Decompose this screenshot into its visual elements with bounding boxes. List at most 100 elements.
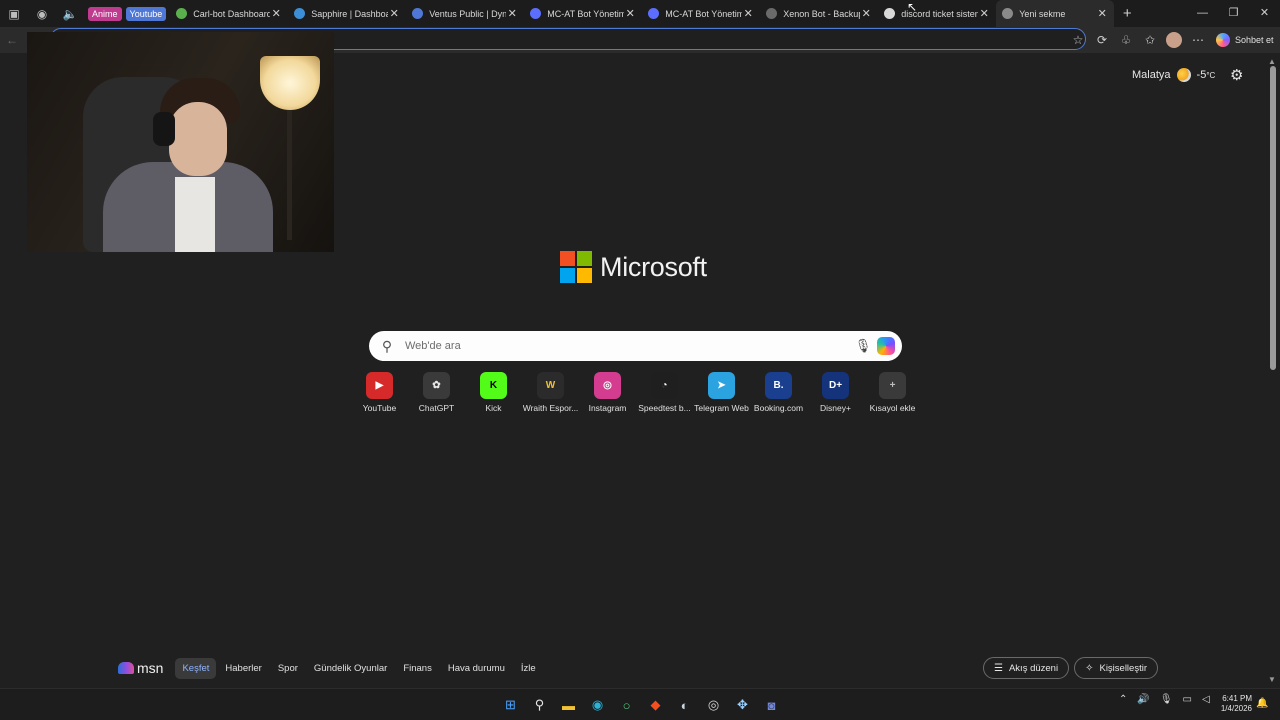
tab-group-anime[interactable]: Anime bbox=[88, 6, 122, 21]
close-window-button[interactable]: ✕ bbox=[1249, 0, 1280, 27]
browser-tab[interactable]: Yeni sekme ✕ bbox=[996, 0, 1115, 27]
clock-time: 6:41 PM bbox=[1222, 694, 1252, 703]
microphone-icon[interactable]: 🎙 bbox=[849, 338, 877, 354]
msn-nav-item[interactable]: Gündelik Oyunlar bbox=[307, 658, 394, 679]
app-icon[interactable]: ✥ bbox=[728, 693, 757, 717]
browser-tab[interactable]: MC-AT Bot Yönetim Pa✕ bbox=[642, 0, 760, 27]
msn-nav-item[interactable]: Keşfet bbox=[175, 657, 217, 679]
favorites-icon[interactable]: ✩ bbox=[1138, 33, 1162, 47]
copilot-search-icon[interactable] bbox=[877, 337, 895, 355]
edge-icon[interactable]: ◉ bbox=[583, 693, 612, 717]
quick-link-label: Speedtest b... bbox=[638, 403, 691, 413]
tab-title: Yeni sekme bbox=[1019, 8, 1066, 19]
tray-overflow-icon[interactable]: ⌃ bbox=[1119, 694, 1127, 705]
partly-sunny-icon bbox=[1176, 68, 1191, 82]
weather-widget[interactable]: Malatya -5 °C bbox=[1132, 68, 1215, 82]
browser-essentials-icon[interactable]: ♧ bbox=[1114, 33, 1138, 47]
msn-logo[interactable]: msn bbox=[118, 660, 163, 676]
msn-nav-item[interactable]: İzle bbox=[514, 658, 543, 679]
browser-tab[interactable]: Carl-bot Dashboard ✕ bbox=[170, 0, 288, 27]
back-icon[interactable]: ← bbox=[6, 33, 18, 47]
quick-link-label: Instagram bbox=[588, 403, 627, 413]
quick-link[interactable]: ▶ YouTube bbox=[351, 372, 408, 413]
system-clock[interactable]: 6:41 PM 1/4/2026 bbox=[1212, 694, 1252, 714]
msn-nav-item[interactable]: Finans bbox=[396, 658, 439, 679]
clock-date: 1/4/2026 bbox=[1220, 704, 1252, 713]
close-tab-icon[interactable]: ✕ bbox=[270, 7, 282, 20]
network-icon[interactable]: ▭ bbox=[1183, 694, 1192, 705]
quick-link[interactable]: D+ Disney+ bbox=[807, 372, 864, 413]
close-tab-icon[interactable]: ✕ bbox=[624, 7, 636, 20]
close-tab-icon[interactable]: ✕ bbox=[860, 7, 872, 20]
quick-link[interactable]: K Kick bbox=[465, 372, 522, 413]
copilot-chat-button[interactable]: Sohbet et bbox=[1216, 33, 1274, 47]
quick-link[interactable]: B. Booking.com bbox=[750, 372, 807, 413]
mic-tray-icon[interactable]: 🎙 bbox=[1160, 694, 1173, 705]
speaker-icon[interactable]: 🔈 bbox=[56, 0, 84, 27]
quick-links: ▶ YouTube ✿ ChatGPT K Kick W Wraith Espor... ◎ In… bbox=[351, 372, 921, 413]
msn-butterfly-icon bbox=[118, 662, 134, 674]
new-tab-button[interactable]: + bbox=[1114, 5, 1140, 22]
mouse-cursor-icon: ↖ bbox=[907, 0, 918, 14]
workspaces-icon[interactable]: ▣ bbox=[0, 0, 28, 27]
close-tab-icon[interactable]: ✕ bbox=[1096, 7, 1108, 20]
quick-link-icon: ◔ bbox=[651, 372, 678, 399]
settings-gear-icon[interactable]: ⚙ bbox=[1230, 66, 1243, 84]
profile-avatar[interactable] bbox=[1166, 32, 1182, 48]
tab-title: Sapphire | Dashboard bbox=[311, 8, 389, 19]
quick-link-label: Disney+ bbox=[820, 403, 851, 413]
notification-icon[interactable]: 🔔 bbox=[1256, 698, 1268, 709]
browser-tab[interactable]: discord ticket sistemi n✕ bbox=[878, 0, 996, 27]
quick-link[interactable]: ➤ Telegram Web bbox=[693, 372, 750, 413]
browser-tab[interactable]: Xenon Bot - Backups a✕ bbox=[760, 0, 878, 27]
favorite-star-icon[interactable]: ☆ bbox=[1066, 33, 1090, 47]
quick-link-label: ChatGPT bbox=[418, 403, 455, 413]
more-menu-icon[interactable]: ⋯ bbox=[1186, 33, 1210, 47]
tab-actions-icon[interactable]: ◉ bbox=[28, 0, 56, 27]
brave-icon[interactable]: ◆ bbox=[641, 693, 670, 717]
windows-start-icon[interactable]: ⊞ bbox=[496, 693, 525, 717]
feed-layout-button[interactable]: ☰ Akış düzeni bbox=[983, 657, 1070, 679]
volume-icon[interactable]: ◁ bbox=[1202, 694, 1210, 705]
browser-tab[interactable]: Ventus Public | Dyno ✕ bbox=[406, 0, 524, 27]
msn-nav-item[interactable]: Hava durumu bbox=[441, 658, 512, 679]
web-search-box[interactable]: ⚲ 🎙 bbox=[369, 331, 902, 361]
discord-icon[interactable]: ◙ bbox=[757, 693, 786, 717]
obs-or-app-icon[interactable]: ○ bbox=[612, 693, 641, 717]
close-tab-icon[interactable]: ✕ bbox=[388, 7, 400, 20]
feed-layout-label: Akış düzeni bbox=[1008, 662, 1059, 674]
personalize-button[interactable]: ✧ Kişiselleştir bbox=[1074, 657, 1158, 679]
maximize-button[interactable]: ❐ bbox=[1218, 0, 1249, 27]
close-tab-icon[interactable]: ✕ bbox=[978, 7, 990, 20]
quick-link[interactable]: W Wraith Espor... bbox=[522, 372, 579, 413]
tab-title: MC-AT Bot Yönetim Pa bbox=[547, 8, 625, 19]
windows-taskbar: ⊞ ⚲ ▬ ◉ ○ ◆ ◐ ◎ ✥ ◙ ⌃ 🔊 🎙 ▭ ◁ 6:41 PM 1/4/2026 🔔 bbox=[0, 688, 1280, 720]
search-icon: ⚲ bbox=[381, 337, 393, 354]
scrollbar-thumb[interactable] bbox=[1270, 66, 1276, 370]
person-image bbox=[169, 102, 227, 176]
minimize-button[interactable]: — bbox=[1187, 0, 1218, 27]
close-tab-icon[interactable]: ✕ bbox=[742, 7, 754, 20]
tab-group-youtube[interactable]: Youtube bbox=[125, 6, 167, 21]
search-icon[interactable]: ⚲ bbox=[525, 693, 554, 717]
quick-link-icon: ✿ bbox=[423, 372, 450, 399]
browser-tab[interactable]: Sapphire | Dashboard✕ bbox=[288, 0, 406, 27]
speaker-tray-icon[interactable]: 🔊 bbox=[1137, 694, 1149, 705]
steam-icon[interactable]: ◐ bbox=[670, 693, 699, 717]
weather-city: Malatya bbox=[1132, 69, 1171, 81]
quick-link[interactable]: + Kısayol ekle bbox=[864, 372, 921, 413]
quick-link[interactable]: ◎ Instagram bbox=[579, 372, 636, 413]
close-tab-icon[interactable]: ✕ bbox=[506, 7, 518, 20]
file-explorer-icon[interactable]: ▬ bbox=[554, 693, 583, 717]
msn-nav-item[interactable]: Spor bbox=[271, 658, 305, 679]
scroll-up-arrow[interactable]: ▲ bbox=[1268, 57, 1276, 66]
quick-link[interactable]: ◔ Speedtest b... bbox=[636, 372, 693, 413]
quick-link[interactable]: ✿ ChatGPT bbox=[408, 372, 465, 413]
search-input[interactable] bbox=[405, 340, 849, 352]
scroll-down-arrow[interactable]: ▼ bbox=[1268, 675, 1276, 684]
extension-icon[interactable]: ⟳ bbox=[1090, 33, 1114, 47]
app-with-badge-icon[interactable]: ◎ bbox=[699, 693, 728, 717]
quick-link-icon: ◎ bbox=[594, 372, 621, 399]
browser-tab[interactable]: MC-AT Bot Yönetim Pa✕ bbox=[524, 0, 642, 27]
msn-nav-item[interactable]: Haberler bbox=[218, 658, 268, 679]
